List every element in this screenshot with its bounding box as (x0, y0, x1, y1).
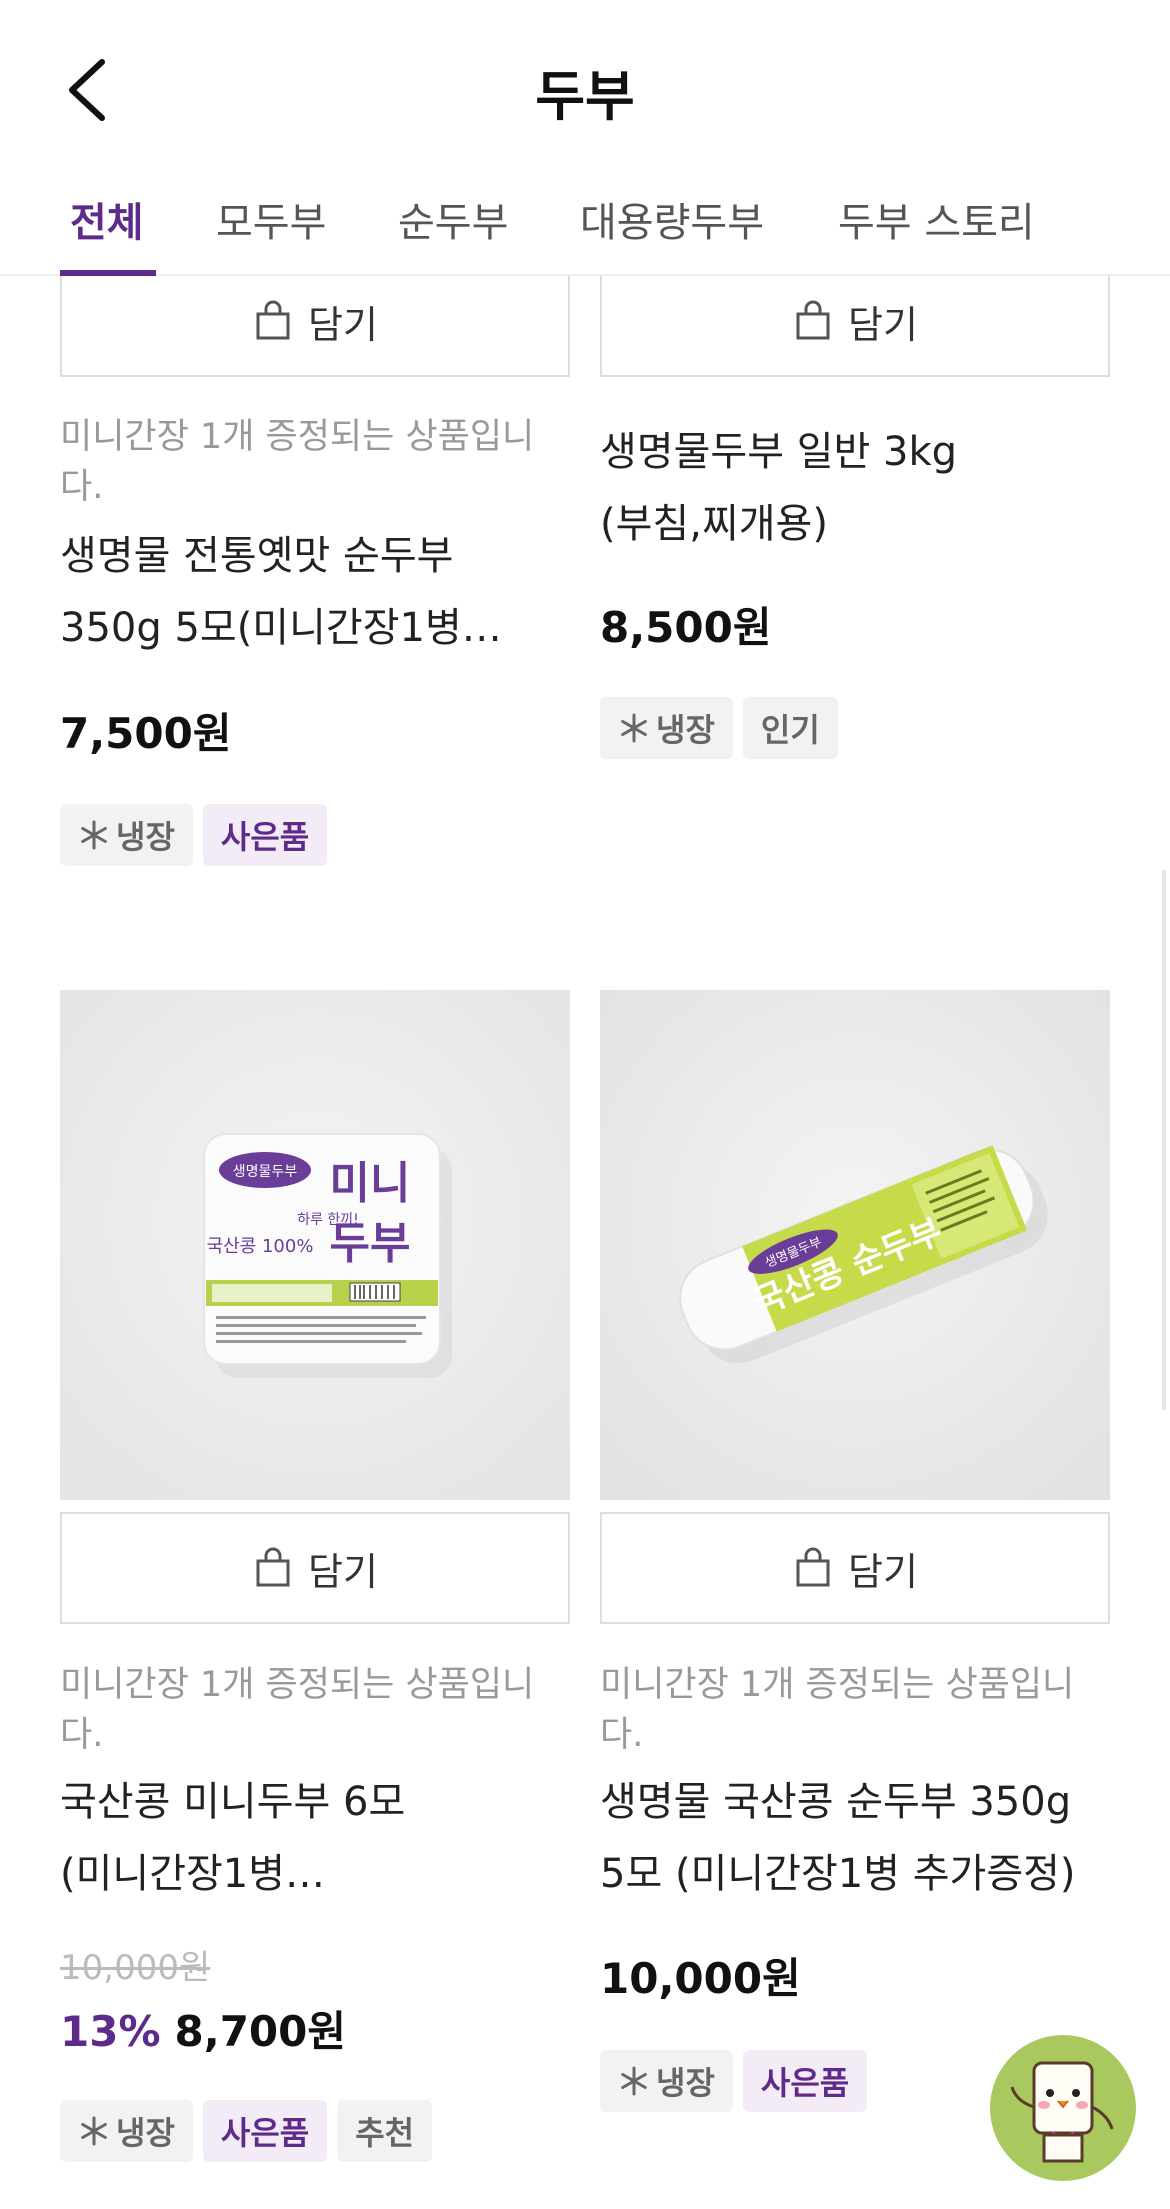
package-badge-text: 국산콩 100% (207, 1236, 314, 1257)
product-name-line1: 국산콩 미니두부 6모 (60, 1779, 406, 1825)
add-to-cart-button[interactable]: 담기 (600, 1512, 1110, 1624)
mini-tofu-package: 생명물두부 미니 하루 한끼! 두부 국산콩 100% (60, 990, 570, 1500)
add-to-cart-button[interactable]: 담기 (600, 265, 1110, 377)
product-name-line2: 350g 5모(미니간장1병… (60, 605, 502, 651)
product-name-line2: (부침,찌개용) (600, 501, 828, 547)
product-name-line1: 생명물두부 일반 3kg (600, 429, 958, 475)
package-brand-text: 생명물두부 (233, 1164, 298, 1180)
tab-tofu-story[interactable]: 두부 스토리 (838, 190, 1035, 248)
product-name[interactable]: 생명물 전통옛맛 순두부 350g 5모(미니간장1병… (60, 520, 570, 664)
product-name[interactable]: 생명물두부 일반 3kg (부침,찌개용) (600, 416, 1110, 560)
snowflake-icon (621, 713, 647, 743)
mascot-chat-button[interactable] (990, 2035, 1136, 2181)
tab-all[interactable]: 전체 (70, 190, 144, 248)
tag-refrigerated: 냉장 (60, 804, 193, 866)
tag-refrigerated: 냉장 (60, 2100, 193, 2162)
product-price: 8,700원 (174, 2007, 347, 2056)
app-header: 두부 전체 모두부 순두부 대용량두부 두부 스토리 (0, 0, 1170, 276)
tag-list: 냉장 사은품 추천 (60, 2100, 433, 2162)
tag-recommended: 추천 (337, 2100, 433, 2162)
scrollbar[interactable] (1162, 870, 1166, 1410)
tag-gift: 사은품 (742, 2050, 868, 2112)
product-name-line2: (미니간장1병… (60, 1851, 326, 1897)
product-name-line1: 생명물 국산콩 순두부 350g (600, 1779, 1072, 1825)
shopping-bag-icon (796, 1547, 830, 1587)
product-image-soft-tofu[interactable]: 생명물두부 국산콩 순두부 (600, 990, 1110, 1500)
package-title-text: 미니 (330, 1158, 411, 1209)
product-name[interactable]: 생명물 국산콩 순두부 350g 5모 (미니간장1병 추가증정) (600, 1766, 1110, 1910)
discount-price-row: 13% 8,700원 (60, 1998, 346, 2059)
promo-text: 미니간장 1개 증정되는 상품입니다. (600, 1665, 1075, 1755)
page-title: 두부 (535, 65, 635, 128)
promo-text: 미니간장 1개 증정되는 상품입니다. (60, 1665, 535, 1755)
cart-label: 담기 (308, 1549, 378, 1594)
package-title2-text: 두부 (330, 1218, 411, 1269)
add-to-cart-button[interactable]: 담기 (60, 1512, 570, 1624)
cart-label: 담기 (308, 302, 378, 347)
tag-list: 냉장 사은품 (60, 804, 328, 866)
snowflake-icon (81, 2116, 107, 2146)
snowflake-icon (81, 820, 107, 850)
tofu-mascot-icon (1010, 2061, 1114, 2163)
shopping-bag-icon (256, 300, 290, 340)
product-image-mini-tofu[interactable]: 생명물두부 미니 하루 한끼! 두부 국산콩 100% (60, 990, 570, 1500)
product-name-line2: 5모 (미니간장1병 추가증정) (600, 1851, 1076, 1897)
cart-label: 담기 (848, 302, 918, 347)
product-price: 7,500원 (60, 709, 232, 758)
soft-tofu-package: 생명물두부 국산콩 순두부 (600, 990, 1110, 1500)
add-to-cart-button[interactable]: 담기 (60, 265, 570, 377)
snowflake-icon (621, 2066, 647, 2096)
product-name-line1: 생명물 전통옛맛 순두부 (60, 533, 454, 579)
tag-refrigerated: 냉장 (600, 2050, 733, 2112)
tab-soft-tofu[interactable]: 순두부 (398, 190, 508, 248)
product-price: 10,000원 (600, 1954, 801, 2003)
tab-bulk-tofu[interactable]: 대용량두부 (580, 190, 764, 248)
original-price: 10,000원 (60, 1948, 211, 1988)
tab-firm-tofu[interactable]: 모두부 (216, 190, 326, 248)
tag-popular: 인기 (742, 697, 838, 759)
category-tabs: 전체 모두부 순두부 대용량두부 두부 스토리 (0, 180, 1170, 276)
tag-list: 냉장 인기 (600, 697, 838, 759)
product-price: 8,500원 (600, 603, 772, 652)
active-tab-indicator (60, 270, 156, 276)
cart-label: 담기 (848, 1549, 918, 1594)
shopping-bag-icon (796, 300, 830, 340)
promo-text: 미니간장 1개 증정되는 상품입니다. (60, 417, 535, 507)
tag-gift: 사은품 (202, 804, 328, 866)
tag-refrigerated: 냉장 (600, 697, 733, 759)
tag-list: 냉장 사은품 (600, 2050, 868, 2112)
discount-rate: 13% (60, 2007, 161, 2056)
product-name[interactable]: 국산콩 미니두부 6모 (미니간장1병… (60, 1766, 570, 1910)
shopping-bag-icon (256, 1547, 290, 1587)
tag-gift: 사은품 (202, 2100, 328, 2162)
